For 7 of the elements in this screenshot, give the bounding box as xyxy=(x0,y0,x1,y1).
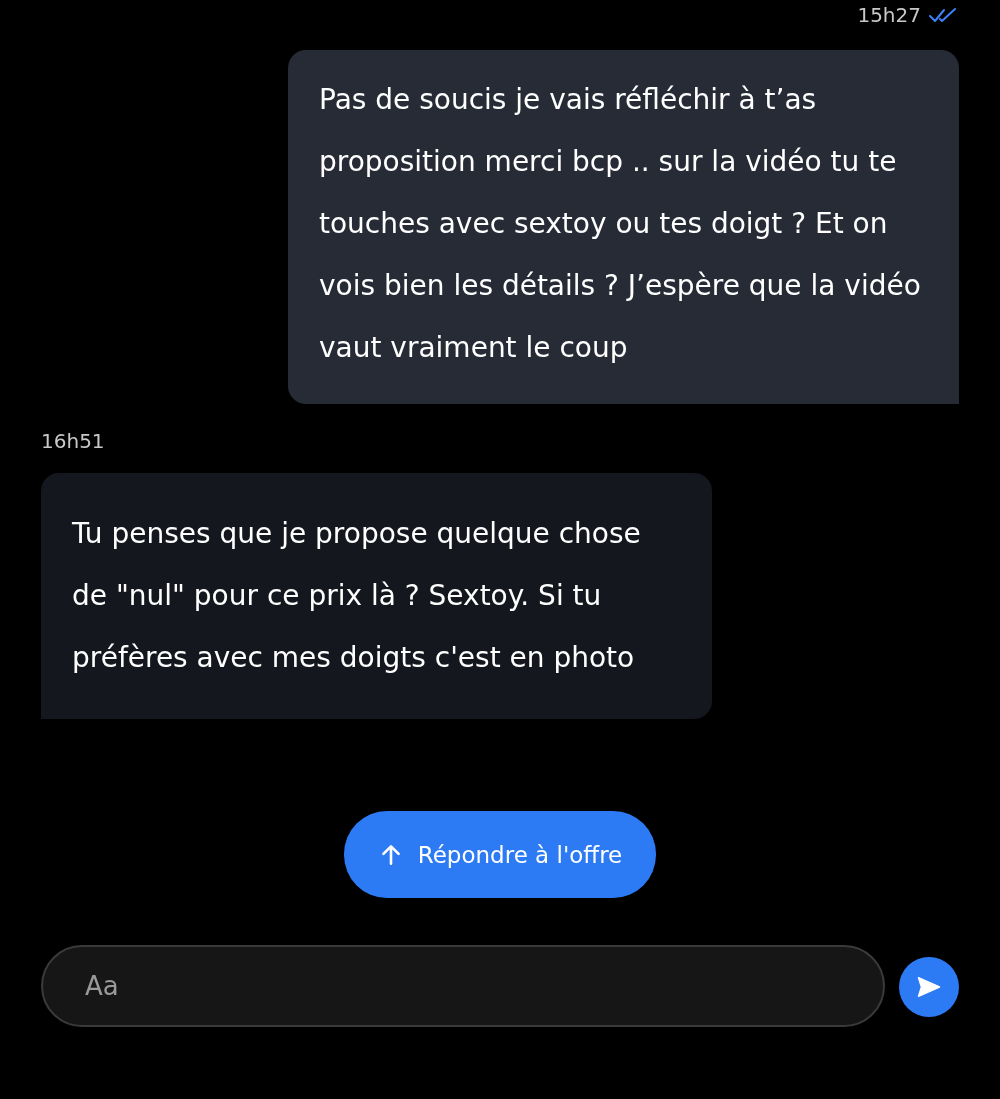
reply-offer-button[interactable]: Répondre à l'offre xyxy=(343,811,657,898)
message-bubble: Pas de soucis je vais réfléchir à t’as proposition merci bcp .. sur la vidéo tu te touches avec sextoy ou tes doigt ? Et on vois bien les détails ? J’espère que la vidéo vaut vraiment le coup xyxy=(288,50,959,404)
message-input[interactable]: Aa xyxy=(41,945,885,1027)
send-button[interactable] xyxy=(899,957,959,1017)
message-time: 15h27 xyxy=(857,3,921,27)
message-bubble: Tu penses que je propose quelque chose de "nul" pour ce prix là ? Sextoy. Si tu préfères avec mes doigts c'est en photo xyxy=(41,473,712,719)
message-time: 16h51 xyxy=(41,429,105,453)
